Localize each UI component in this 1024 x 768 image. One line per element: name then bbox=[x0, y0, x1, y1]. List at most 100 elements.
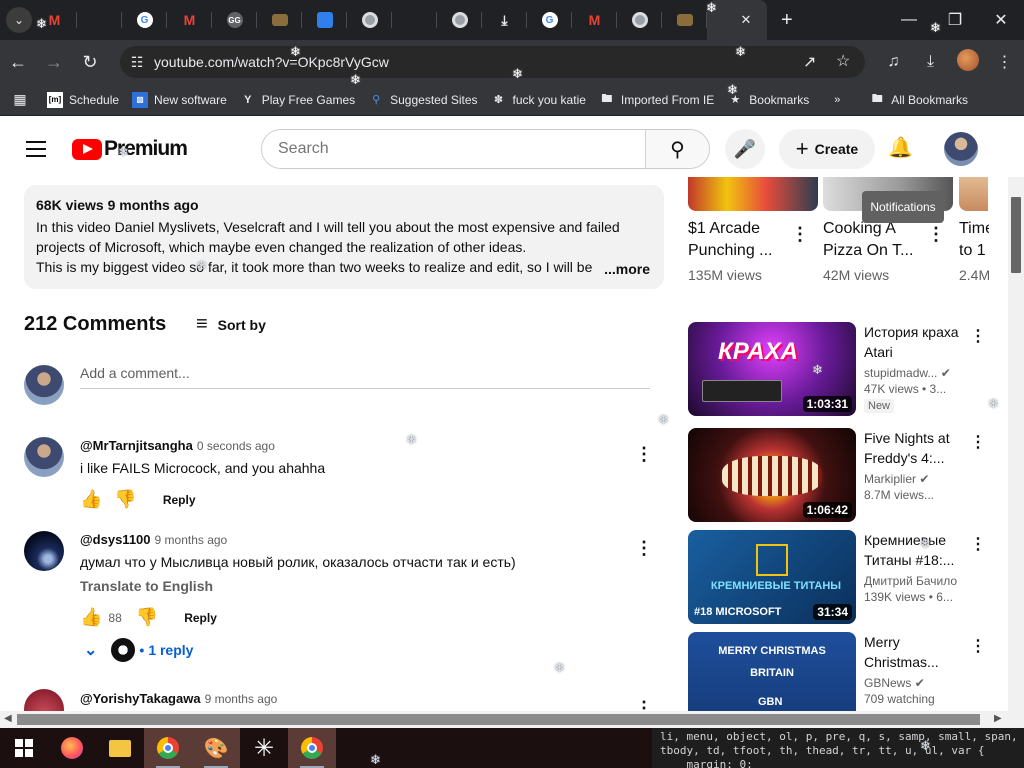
shelf-thumbnail[interactable] bbox=[959, 177, 988, 211]
video-title[interactable]: История краха Atari bbox=[864, 322, 968, 362]
url-text[interactable]: youtube.com/watch?v=OKpc8rVyGcw bbox=[154, 54, 389, 70]
avatar[interactable] bbox=[24, 689, 64, 711]
reply-button[interactable]: Reply bbox=[163, 493, 196, 507]
tab-6[interactable] bbox=[257, 0, 302, 40]
reply-button[interactable]: Reply bbox=[184, 611, 217, 625]
video-thumbnail[interactable]: КРЕМНИЕВЫЕ ТИТАНЫ #18 MICROSOFT 31:34 bbox=[688, 530, 856, 624]
reload-icon[interactable]: ↻ bbox=[72, 52, 108, 73]
scroll-right-icon[interactable]: ▶ bbox=[994, 713, 1002, 724]
tab-9[interactable]: ▶ bbox=[392, 0, 437, 130]
tab-15[interactable] bbox=[662, 0, 707, 40]
comment-author[interactable]: @dsys1100 9 months ago bbox=[80, 532, 227, 547]
tab-12[interactable]: G bbox=[527, 0, 572, 40]
close-window-icon[interactable]: ✕ bbox=[978, 10, 1024, 30]
chrome-menu-icon[interactable]: ⋮ bbox=[986, 52, 1023, 72]
tab-13[interactable]: M bbox=[572, 0, 617, 40]
close-tab-icon[interactable]: ✕ bbox=[741, 12, 752, 28]
bookmark-play-free-games[interactable]: Y Play Free Games bbox=[240, 92, 355, 108]
video-title[interactable]: Кремниевые Титаны #18:... bbox=[864, 530, 968, 570]
add-comment-input[interactable]: Add a comment... bbox=[80, 365, 650, 389]
tab-14[interactable] bbox=[617, 0, 662, 40]
menu-icon[interactable] bbox=[26, 141, 46, 157]
dislike-icon[interactable]: 👎 bbox=[114, 489, 136, 510]
tab-3[interactable]: G bbox=[122, 0, 167, 40]
recommended-video[interactable]: MERRY CHRISTMAS BRITAIN GBN Merry Christ… bbox=[688, 632, 988, 711]
minimize-icon[interactable]: — bbox=[886, 11, 932, 29]
new-tab-button[interactable]: + bbox=[781, 9, 793, 32]
shelf-video-title[interactable]: $1 Arcade Punching ... bbox=[688, 218, 798, 262]
recommended-video[interactable]: КРЕМНИЕВЫЕ ТИТАНЫ #18 MICROSOFT 31:34 Кр… bbox=[688, 530, 988, 626]
tab-11[interactable]: ⤓ bbox=[482, 0, 527, 40]
video-menu-icon[interactable]: ⋮ bbox=[970, 534, 986, 554]
address-bar[interactable]: ☷ youtube.com/watch?v=OKpc8rVyGcw ↗ ☆ bbox=[120, 46, 865, 78]
video-description[interactable]: 68K views 9 months ago In this video Dan… bbox=[24, 185, 664, 289]
video-title[interactable]: Five Nights at Freddy's 4:... bbox=[864, 428, 968, 468]
channel-name[interactable]: Markiplier ✔ bbox=[864, 472, 968, 486]
taskbar-firefox[interactable] bbox=[48, 728, 96, 768]
tab-8[interactable] bbox=[347, 0, 392, 40]
bookmark-new-software[interactable]: ▩ New software bbox=[132, 91, 227, 108]
bookmark-user[interactable]: ✽ fuck you katie bbox=[491, 92, 586, 108]
youtube-logo[interactable]: Premium bbox=[72, 137, 188, 161]
bookmark-schedule[interactable]: [m] Schedule bbox=[47, 91, 119, 108]
tab-5[interactable]: GG bbox=[212, 0, 257, 40]
tab-active-youtube[interactable]: ▶✕ bbox=[707, 0, 767, 130]
video-thumbnail[interactable]: КРАХА 1:03:31 bbox=[688, 322, 856, 416]
scrollbar-thumb[interactable] bbox=[1011, 197, 1021, 273]
video-menu-icon[interactable]: ⋮ bbox=[970, 636, 986, 656]
search-input[interactable] bbox=[262, 130, 645, 168]
tab-2[interactable]: ▶ bbox=[77, 0, 122, 130]
taskbar-paint[interactable]: 🎨 bbox=[192, 728, 240, 768]
taskbar-file-explorer[interactable] bbox=[96, 728, 144, 768]
taskbar-chrome[interactable] bbox=[144, 728, 192, 768]
comment-author[interactable]: @MrTarnjitsangha 0 seconds ago bbox=[80, 438, 275, 453]
taskbar-app[interactable]: ✳ bbox=[240, 728, 288, 768]
downloads-icon[interactable]: ⤓ bbox=[912, 53, 949, 71]
apps-icon[interactable]: ▦ bbox=[12, 91, 34, 108]
description-more-link[interactable]: ...more bbox=[592, 261, 650, 277]
open-in-app-icon[interactable]: ↗ bbox=[803, 52, 816, 72]
horizontal-scrollbar[interactable]: ◀ ▶ bbox=[0, 711, 1024, 728]
video-thumbnail[interactable]: MERRY CHRISTMAS BRITAIN GBN bbox=[688, 632, 856, 711]
translate-link[interactable]: Translate to English bbox=[80, 578, 213, 594]
recommended-video[interactable]: 1:06:42 Five Nights at Freddy's 4:... Ma… bbox=[688, 428, 988, 524]
video-title[interactable]: Merry Christmas... bbox=[864, 632, 968, 672]
video-menu-icon[interactable]: ⋮ bbox=[926, 225, 946, 243]
bookmark-suggested-sites[interactable]: ⚲ Suggested Sites bbox=[368, 92, 477, 108]
taskbar-chrome-2[interactable] bbox=[288, 728, 336, 768]
bookmarks-overflow-icon[interactable]: » bbox=[829, 92, 851, 108]
comment-menu-icon[interactable]: ⋮ bbox=[634, 445, 654, 463]
dislike-icon[interactable]: 👎 bbox=[136, 607, 158, 628]
shelf-video-title[interactable]: Timeto 1 bbox=[959, 218, 989, 262]
view-replies-button[interactable]: ⌄ • 1 reply bbox=[84, 638, 193, 662]
voice-search-icon[interactable]: 🎤 bbox=[725, 129, 765, 169]
vertical-scrollbar[interactable] bbox=[1008, 177, 1024, 711]
sort-by-button[interactable]: ≡ Sort by bbox=[196, 313, 266, 336]
site-info-icon[interactable]: ☷ bbox=[120, 54, 154, 71]
bookmark-bookmarks[interactable]: ★ Bookmarks bbox=[727, 92, 809, 108]
profile-avatar[interactable] bbox=[949, 48, 986, 76]
bookmark-imported-from-ie[interactable]: 🖿 Imported From IE bbox=[599, 92, 714, 108]
media-controls-icon[interactable]: ♫ bbox=[875, 53, 912, 71]
tab-4[interactable]: M bbox=[167, 0, 212, 40]
like-icon[interactable]: 👍 bbox=[80, 489, 102, 510]
notifications-bell-icon[interactable]: 🔔 bbox=[888, 135, 913, 160]
avatar[interactable] bbox=[24, 531, 64, 571]
tab-7[interactable] bbox=[302, 0, 347, 40]
scroll-left-icon[interactable]: ◀ bbox=[4, 713, 12, 724]
back-icon[interactable]: ← bbox=[0, 52, 36, 73]
account-avatar[interactable] bbox=[944, 132, 978, 166]
create-button[interactable]: + Create bbox=[779, 129, 875, 169]
comment-menu-icon[interactable]: ⋮ bbox=[634, 539, 654, 557]
comment-author[interactable]: @YorishyTakagawa 9 months ago bbox=[80, 691, 277, 706]
all-bookmarks[interactable]: 🖿 All Bookmarks bbox=[869, 92, 968, 108]
tab-10[interactable] bbox=[437, 0, 482, 40]
horizontal-scrollbar-thumb[interactable] bbox=[17, 714, 980, 725]
like-icon[interactable]: 👍 bbox=[80, 607, 102, 628]
video-menu-icon[interactable]: ⋮ bbox=[790, 225, 810, 243]
video-menu-icon[interactable]: ⋮ bbox=[970, 432, 986, 452]
tab-search-button[interactable]: ⌄ bbox=[6, 7, 32, 33]
bookmark-star-icon[interactable]: ☆ bbox=[836, 51, 850, 71]
channel-name[interactable]: stupidmadw... ✔ bbox=[864, 366, 968, 380]
channel-name[interactable]: Дмитрий Бачило bbox=[864, 574, 968, 588]
